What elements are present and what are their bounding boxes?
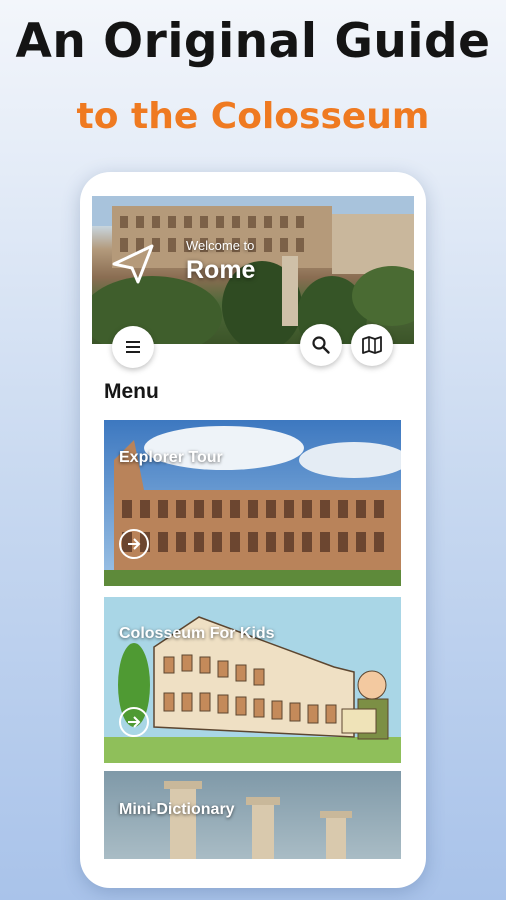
mini-dictionary-card[interactable]: Mini-Dictionary bbox=[104, 771, 401, 859]
hamburger-menu-icon bbox=[126, 341, 140, 353]
colosseum-for-kids-label: Colosseum For Kids bbox=[119, 625, 275, 642]
explorer-tour-image bbox=[104, 420, 401, 586]
mini-dictionary-label: Mini-Dictionary bbox=[119, 801, 235, 818]
explorer-tour-card[interactable]: Explorer Tour bbox=[104, 420, 401, 586]
welcome-text: Welcome to bbox=[186, 238, 255, 253]
subheadline: to the Colosseum bbox=[76, 96, 430, 137]
search-icon bbox=[312, 336, 330, 354]
city-title: Rome bbox=[186, 256, 256, 284]
location-arrow-icon bbox=[112, 244, 154, 284]
arrow-right-icon bbox=[128, 716, 141, 728]
phone-frame: Welcome to Rome Menu Explorer Tour Colos… bbox=[80, 172, 426, 888]
explorer-tour-label: Explorer Tour bbox=[119, 449, 223, 466]
colosseum-for-kids-open-button[interactable] bbox=[119, 707, 149, 737]
map-icon bbox=[362, 336, 382, 354]
arrow-right-icon bbox=[128, 538, 141, 550]
map-button[interactable] bbox=[351, 324, 393, 366]
hamburger-menu-button[interactable] bbox=[112, 326, 154, 368]
search-button[interactable] bbox=[300, 324, 342, 366]
colosseum-for-kids-image bbox=[104, 597, 401, 763]
colosseum-for-kids-card[interactable]: Colosseum For Kids bbox=[104, 597, 401, 763]
hero-image: Welcome to Rome bbox=[92, 196, 414, 344]
headline: An Original Guide bbox=[15, 14, 491, 69]
explorer-tour-open-button[interactable] bbox=[119, 529, 149, 559]
menu-title: Menu bbox=[104, 380, 159, 403]
